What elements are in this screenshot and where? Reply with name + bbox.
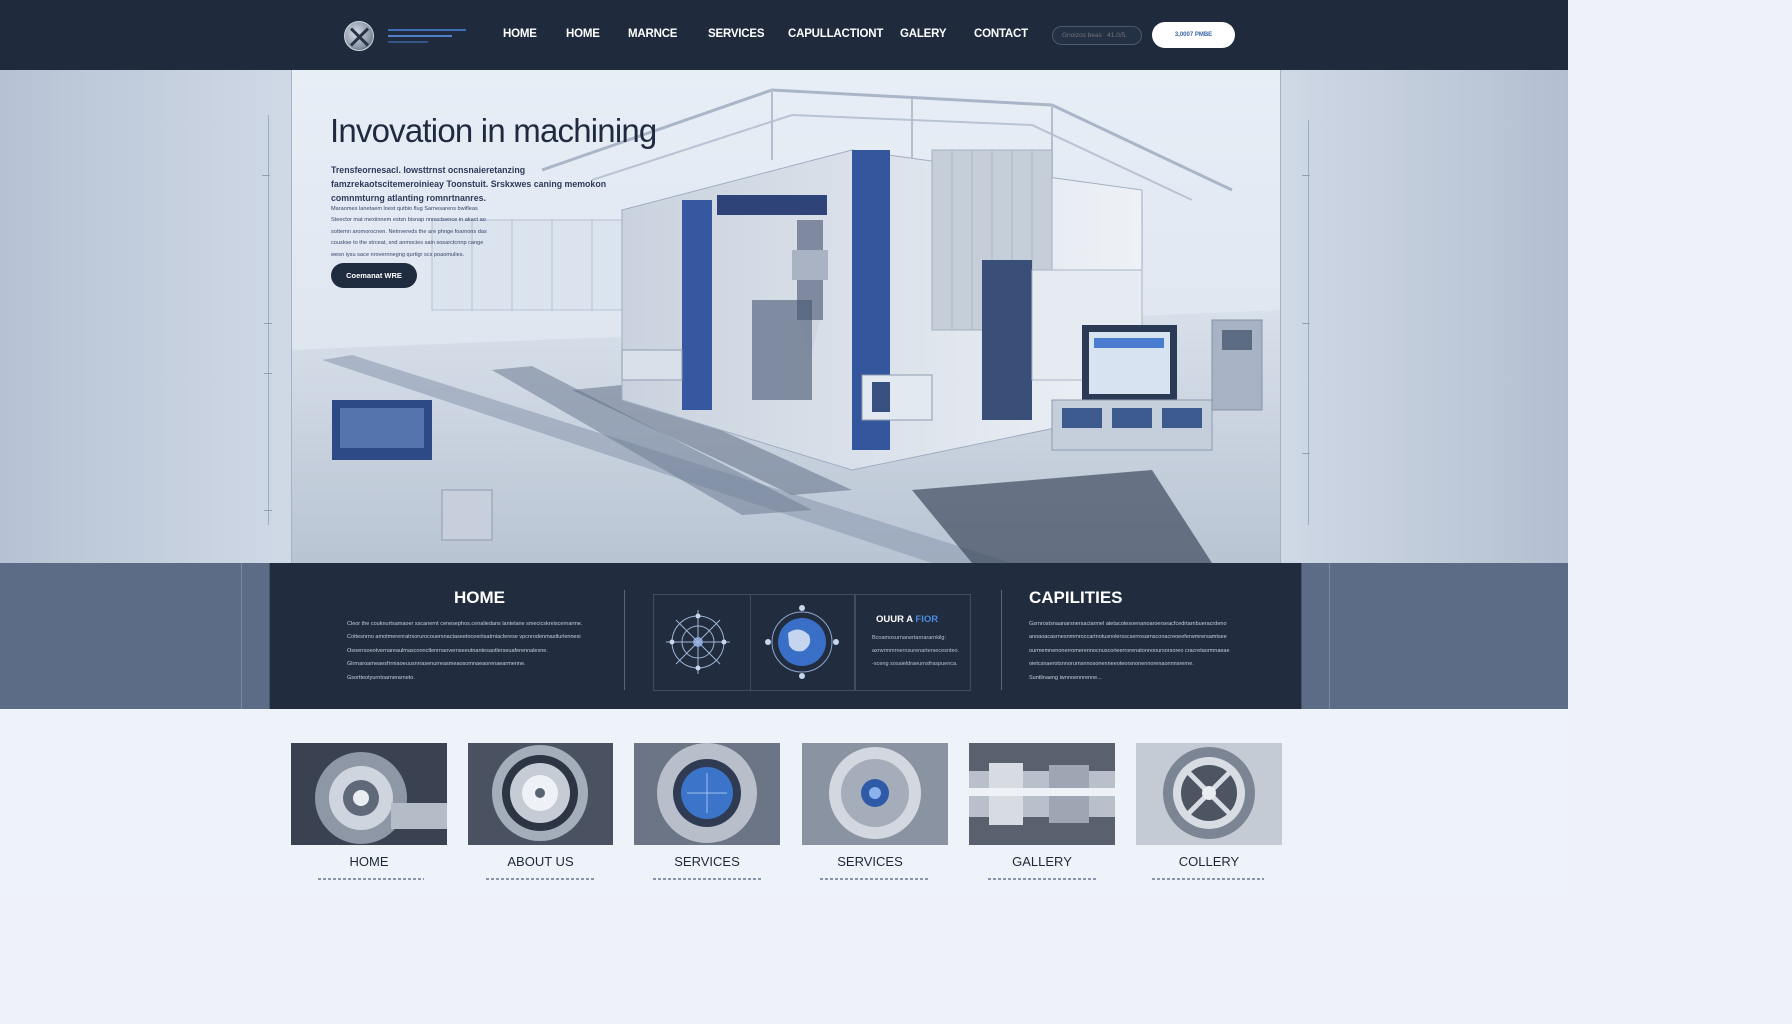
- tile-underline: [486, 878, 596, 880]
- contact-us-button[interactable]: Coemanat WRE: [331, 263, 417, 288]
- band-home-text-line: Osoerrsoeotvernareaulmasconnctlenrnaover…: [347, 648, 548, 654]
- turbine-icon: [802, 743, 948, 845]
- flange-icon: [634, 743, 780, 845]
- search-input[interactable]: [1052, 26, 1142, 45]
- hero-lead-text: Trensfeornesacl. Iowsttrnst ocnsnaiereta…: [331, 165, 607, 203]
- band-home-title: HOME: [454, 588, 505, 607]
- band-edge-right: [1329, 563, 1330, 709]
- band-capabilities-title: CAPILITIES: [1029, 588, 1123, 607]
- band-capabilities-line: anoaoacasrnesnmmroccartnotusnolersscserr…: [1029, 634, 1227, 640]
- band-edge-left: [241, 563, 242, 709]
- tile-underline: [820, 878, 930, 880]
- guide-tick: [264, 373, 272, 374]
- band-divider: [1001, 590, 1002, 690]
- shaft-icon: [969, 743, 1115, 845]
- nav-link-maintenance[interactable]: MARNCE: [628, 28, 677, 40]
- compass-card: [653, 594, 751, 691]
- tile-services-image[interactable]: [634, 743, 780, 845]
- guide-tick: [262, 175, 270, 176]
- band-capabilities-line: Suntlinaeng iwnnoennrenne...: [1029, 675, 1102, 681]
- nav-link-home-2[interactable]: HOME: [566, 28, 600, 40]
- nav-link-gallery[interactable]: GALERY: [900, 28, 946, 40]
- tile-underline: [318, 878, 424, 880]
- tile-services-2-label[interactable]: SERVICES: [797, 854, 943, 869]
- band-home-text-line: Cleor the couknurtsamaoer sscanernt cene…: [347, 621, 583, 627]
- globe-icon: [765, 605, 839, 679]
- band-home-text-line: Gsortteotyurntoarnerarneto.: [347, 675, 415, 681]
- tile-collery-label[interactable]: COLLERY: [1136, 854, 1282, 869]
- nav-link-home[interactable]: HOME: [503, 28, 537, 40]
- tile-home-label[interactable]: HOME: [291, 854, 447, 869]
- tile-underline: [1152, 878, 1264, 880]
- tile-underline: [653, 878, 763, 880]
- guide-tick: [264, 323, 272, 324]
- hero-section: Invovation in machining Trensfeornesacl.…: [0, 70, 1568, 563]
- logo-icon[interactable]: [344, 21, 374, 51]
- tile-services-2-image[interactable]: [802, 743, 948, 845]
- wheel-icon: [1136, 743, 1282, 845]
- logo-wordmark: [388, 29, 466, 43]
- hero-title: Invovation in machining: [330, 112, 657, 149]
- focus-card-line: Bcoamosurnanertarnararnkilg:: [872, 635, 946, 641]
- hero-body-text: Maraomes lanetaem loest qutbio flug Sarn…: [331, 206, 487, 258]
- compass-icon: [666, 610, 730, 674]
- focus-card: [855, 594, 971, 691]
- gear-icon: [291, 743, 447, 845]
- bearing-icon: [468, 743, 613, 845]
- nav-link-capabilities[interactable]: CAPULLACTIONT: [788, 28, 883, 40]
- nav-link-contact[interactable]: CONTACT: [974, 28, 1028, 40]
- guide-tick: [1302, 323, 1310, 324]
- band-divider: [624, 590, 625, 690]
- tile-home-image[interactable]: [291, 743, 447, 845]
- band-capabilities-line: ourmemnenonerromerennocnuscorieerrorenat…: [1029, 648, 1230, 654]
- guide-tick: [1302, 453, 1310, 454]
- nav-link-services[interactable]: SERVICES: [708, 28, 765, 40]
- tile-about-label[interactable]: ABOUT US: [468, 854, 613, 869]
- tile-underline: [988, 878, 1098, 880]
- guide-tick: [264, 510, 272, 511]
- tile-gallery-image[interactable]: [969, 743, 1115, 845]
- focus-card-tag: OUUR A FIOR: [876, 614, 939, 625]
- band-home-text-line: Glrrnaroarneaesfrrniaoeuusnrrasenurreasm…: [347, 661, 526, 667]
- tile-gallery-label[interactable]: GALLERY: [969, 854, 1115, 869]
- band-capabilities-line: Gsrnrostsnaanarsnersaciarmel atetacoteso…: [1029, 621, 1227, 627]
- band-home-text-line: Cottesnrno amotmerenratrsorurocouersnact…: [347, 634, 581, 640]
- tile-collery-image[interactable]: [1136, 743, 1282, 845]
- guide-tick: [1302, 175, 1310, 176]
- quote-button[interactable]: 3,0007 PMBE: [1152, 22, 1235, 48]
- tile-services-label[interactable]: SERVICES: [634, 854, 780, 869]
- hero-left-guide: [268, 115, 269, 525]
- band-capabilities-line: oietcsnaerotsnnorurnsnnosonenneeoteorsno…: [1029, 661, 1194, 667]
- focus-card-line: axrwrmmrnernsurenartersecesnteo.: [872, 648, 960, 654]
- globe-card: [750, 594, 855, 691]
- focus-card-line: -sceng sosaieldraeurnsfraspuenca.: [872, 661, 958, 667]
- category-tiles-section: [0, 709, 1568, 896]
- top-navbar: HOME HOME MARNCE SERVICES CAPULLACTIONT …: [0, 0, 1568, 70]
- tile-about-image[interactable]: [468, 743, 613, 845]
